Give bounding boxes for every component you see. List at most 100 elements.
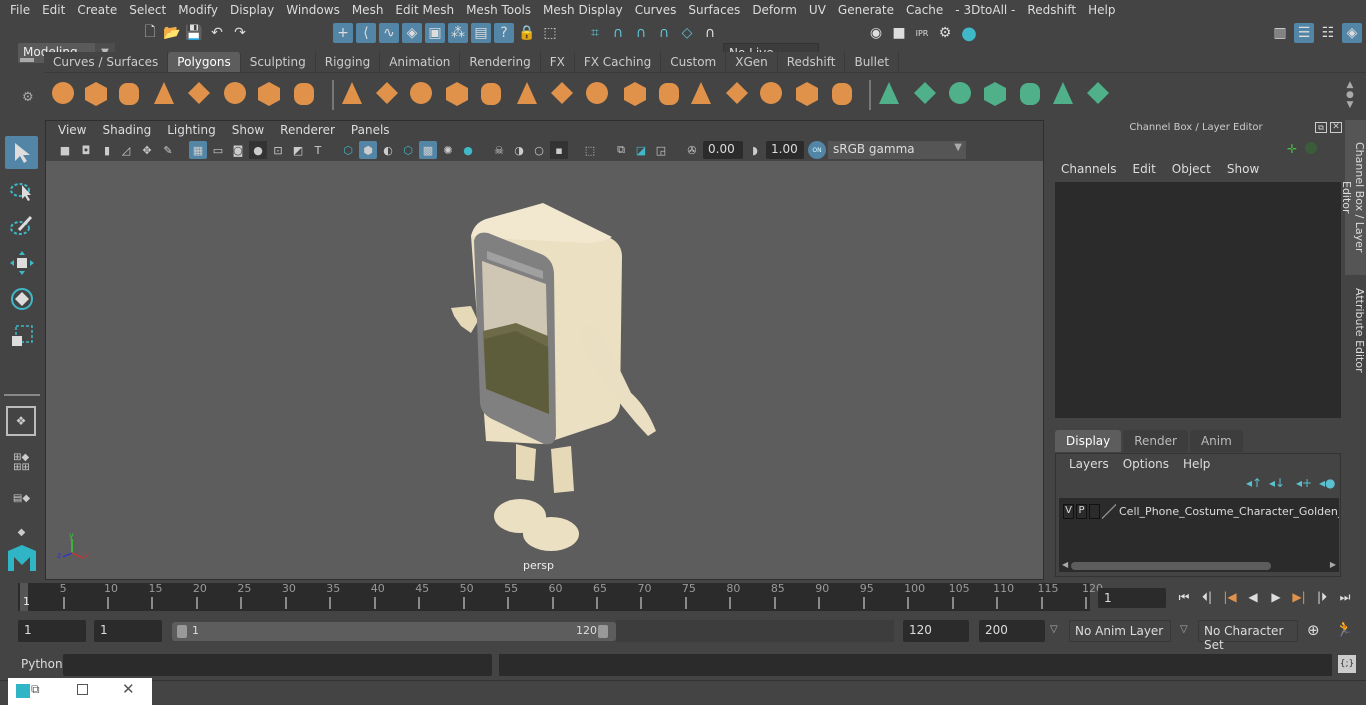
float-panel-icon[interactable]: ⧉ [1315,122,1327,133]
shelf-tab-fx[interactable]: FX [540,52,575,72]
poly-plane-icon[interactable] [186,80,216,110]
snap-to-view-plane-icon[interactable]: ∩ [654,23,674,43]
select-by-hierarchy-icon[interactable]: + [333,23,353,43]
gate-mask-icon[interactable]: ● [249,141,267,159]
select-joints-icon[interactable]: ◈ [402,23,422,43]
2d-pan-zoom-icon[interactable]: ✥ [138,141,156,159]
new-empty-layer-icon[interactable]: ◂+ [1296,476,1312,490]
tool-settings-icon[interactable]: ☷ [1318,23,1338,43]
3d-viewport[interactable]: y x z persp [46,161,1043,579]
shelf-tab-rendering[interactable]: Rendering [460,52,541,72]
animation-end-field[interactable]: 200 [979,620,1045,642]
go-to-end-icon[interactable]: ⏭ [1335,588,1355,606]
poly-cylinder-icon[interactable] [116,80,146,110]
xray-joints-icon[interactable]: ◲ [652,141,670,159]
camera-attributes-icon[interactable]: ◘ [77,141,95,159]
shelf-tab-rigging[interactable]: Rigging [315,52,381,72]
automatic-uv-icon[interactable] [982,80,1012,110]
menu-generate[interactable]: Generate [832,3,900,17]
new-scene-icon[interactable]: 🗋 [140,23,160,43]
channel-box-menu-channels[interactable]: Channels [1053,162,1125,176]
bridge-icon[interactable] [549,80,579,110]
move-layer-down-icon[interactable]: ◂↓ [1269,476,1285,490]
exposure-icon[interactable]: ✇ [683,141,701,159]
layer-color-swatch-icon[interactable] [1102,504,1116,519]
make-live-icon[interactable]: ◇ [677,23,697,43]
shelf-menu-icon[interactable] [20,58,34,62]
render-current-frame-icon[interactable]: ■ [889,23,909,43]
unfold-uv-icon[interactable] [1085,80,1115,110]
bookmark-icon[interactable]: ▮ [98,141,116,159]
new-layer-from-selection-icon[interactable]: ◂● [1319,476,1336,490]
viewport-menu-panels[interactable]: Panels [343,123,398,137]
poly-pipe-icon[interactable] [291,80,321,110]
isolate-select-icon[interactable]: ⬚ [581,141,599,159]
viewport-menu-renderer[interactable]: Renderer [272,123,343,137]
layer-tab-anim[interactable]: Anim [1189,430,1243,452]
move-layer-up-icon[interactable]: ◂↑ [1246,476,1262,490]
snap-to-surface-icon[interactable]: ∩ [700,23,720,43]
use-default-material-icon[interactable]: ◐ [379,141,397,159]
viewport-menu-view[interactable]: View [50,123,94,137]
cylindrical-uv-icon[interactable] [1017,80,1047,110]
snap-to-curve-icon[interactable]: ∩ [608,23,628,43]
save-scene-icon[interactable]: 💾 [184,23,204,43]
grease-pencil-icon[interactable]: ✎ [159,141,177,159]
field-chart-icon[interactable]: ⊡ [269,141,287,159]
wireframe-icon[interactable]: ⬡ [339,141,357,159]
xray-icon[interactable]: ⧉ [612,141,630,159]
channel-box-toggle-icon[interactable]: ◈ [1342,23,1362,43]
select-camera-icon[interactable]: ■ [56,141,74,159]
menu-surfaces[interactable]: Surfaces [682,3,746,17]
smooth-icon[interactable] [444,80,474,110]
menu-modify[interactable]: Modify [172,3,224,17]
four-view-layout-icon[interactable]: ⊞◆ ⊞⊞ [5,446,38,479]
script-language-label[interactable]: Python [21,657,63,671]
step-forward-key-icon[interactable]: ▶| [1289,588,1309,606]
playback-end-field[interactable]: 120 [903,620,969,642]
merge-icon[interactable] [724,80,754,110]
film-gate-icon[interactable]: ▭ [209,141,227,159]
render-view-icon[interactable]: ◉ [866,23,886,43]
shelf-tab-redshift[interactable]: Redshift [777,52,846,72]
safe-title-icon[interactable]: T [309,141,327,159]
move-tool-icon[interactable] [5,246,38,279]
snap-to-grid-icon[interactable]: ⌗ [585,23,605,43]
layer-hscrollbar[interactable]: ◀ ▶ [1059,560,1339,572]
range-slider[interactable]: 1 120 [172,622,616,641]
fill-hole-icon[interactable] [688,80,718,110]
menu-select[interactable]: Select [123,3,172,17]
menu-mesh-tools[interactable]: Mesh Tools [460,3,537,17]
step-back-frame-icon[interactable]: ⏴| [1197,588,1217,606]
character-set-dropdown[interactable]: No Character Set [1198,620,1298,652]
layer-menu-layers[interactable]: Layers [1062,457,1116,471]
modeling-toolkit-icon[interactable]: ▥ [1270,23,1290,43]
select-deformations-icon[interactable]: ▤ [471,23,491,43]
channel-box-menu-object[interactable]: Object [1164,162,1219,176]
select-by-object-icon[interactable]: ⟨ [356,23,376,43]
select-curves-icon[interactable]: ▣ [425,23,445,43]
boolean-icon[interactable] [829,80,859,110]
poly-pyramid-icon[interactable] [256,80,286,110]
menu-mesh-display[interactable]: Mesh Display [537,3,629,17]
shelf-tab-sculpting[interactable]: Sculpting [240,52,316,72]
viewport-menu-shading[interactable]: Shading [94,123,159,137]
script-editor-icon[interactable]: {;} [1338,655,1356,673]
extrude-icon[interactable] [514,80,544,110]
poly-cone-icon[interactable] [151,80,181,110]
snap-to-point-icon[interactable]: ∩ [631,23,651,43]
gamma-field[interactable]: 1.00 [766,141,804,159]
menu-windows[interactable]: Windows [280,3,346,17]
restore-icon[interactable]: ⧉ [31,682,40,697]
multi-cut-icon[interactable] [584,80,614,110]
lasso-tool-icon[interactable] [5,173,38,206]
menu-deform[interactable]: Deform [746,3,803,17]
character-set-dropdown-arrow-icon[interactable]: ▽ [1180,624,1188,635]
shadows-icon[interactable]: ● [459,141,477,159]
shelf-tab-animation[interactable]: Animation [380,52,461,72]
shelf-settings-gear-icon[interactable]: ⚙ [22,90,34,105]
anim-layer-dropdown[interactable]: No Anim Layer [1069,620,1171,642]
scroll-right-icon[interactable]: ▶ [1330,560,1336,569]
target-weld-icon[interactable] [758,80,788,110]
channel-box-menu-edit[interactable]: Edit [1125,162,1164,176]
